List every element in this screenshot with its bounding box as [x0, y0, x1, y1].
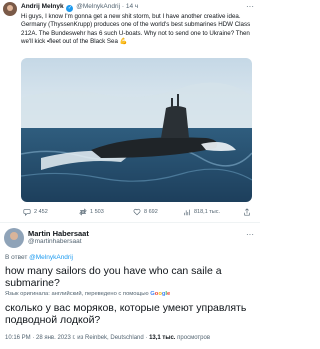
reply-context: В ответ @MelnykAndrij — [5, 254, 73, 261]
more-options-icon[interactable]: ··· — [246, 2, 254, 11]
tweet2-text: how many sailors do you have who can sai… — [5, 265, 222, 289]
verified-badge-icon: ✓ — [66, 5, 74, 12]
reply-action[interactable]: 2 452 — [23, 208, 48, 216]
divider — [0, 222, 260, 223]
tweet2-meta: 10:16 PM · 28 янв. 2023 г. из Reinbek, D… — [5, 335, 210, 341]
tweet1-header: Andrij Melnyk ✓ @MelnykAndrij · 14 ч — [21, 3, 138, 12]
tweet1-time[interactable]: · 14 ч — [122, 3, 138, 10]
google-logo-e: e — [167, 291, 171, 297]
translation-note-text: Язык оригинала: английский, переведено с… — [5, 291, 149, 297]
melnyk-avatar[interactable] — [3, 2, 17, 16]
translation-note: Язык оригинала: английский, переведено с… — [5, 291, 170, 297]
reply-count: 2 452 — [34, 209, 48, 215]
tweet2-translation: сколько у вас моряков, которые умеют упр… — [5, 302, 247, 326]
tweet2-views-label: просмотров — [177, 335, 211, 341]
repost-action[interactable]: 1 503 — [79, 208, 104, 216]
views-count: 818,1 тыс. — [194, 209, 221, 215]
reply-icon — [23, 209, 31, 216]
tweet1-actions: 2 452 1 503 8 692 818,1 тыс. — [21, 208, 255, 218]
views-action[interactable]: 818,1 тыс. — [183, 208, 220, 216]
like-action[interactable]: 8 692 — [133, 208, 158, 216]
views-icon — [184, 209, 190, 216]
heart-icon — [133, 209, 141, 216]
tweet2-views-count: 13,1 тыс. — [149, 335, 176, 341]
tweet1-handle[interactable]: @MelnykAndrij — [76, 3, 120, 10]
submarine-image — [21, 58, 252, 202]
share-icon — [244, 208, 250, 216]
share-action[interactable] — [243, 208, 251, 216]
repost-count: 1 503 — [90, 209, 104, 215]
reply-prefix: В ответ — [5, 254, 28, 261]
more-options-icon[interactable]: ··· — [246, 230, 254, 239]
tweet2-author-name[interactable]: Martin Habersaat — [28, 229, 89, 238]
tweet1-text: Hi guys, I know I'm gonna get a new shit… — [21, 13, 251, 45]
google-logo: Google — [150, 291, 170, 297]
repost-icon — [79, 208, 87, 216]
tweet2-handle[interactable]: @martinhabersaat — [28, 238, 82, 245]
tweet1-author-name[interactable]: Andrij Melnyk — [21, 3, 64, 10]
like-count: 8 692 — [144, 209, 158, 215]
submarine-photo[interactable] — [21, 58, 252, 202]
reply-to-link[interactable]: @MelnykAndrij — [29, 254, 73, 261]
habersaat-avatar[interactable] — [4, 228, 24, 248]
tweet2-timestamp[interactable]: 10:16 PM · 28 янв. 2023 г. из Reinbek, D… — [5, 335, 147, 341]
